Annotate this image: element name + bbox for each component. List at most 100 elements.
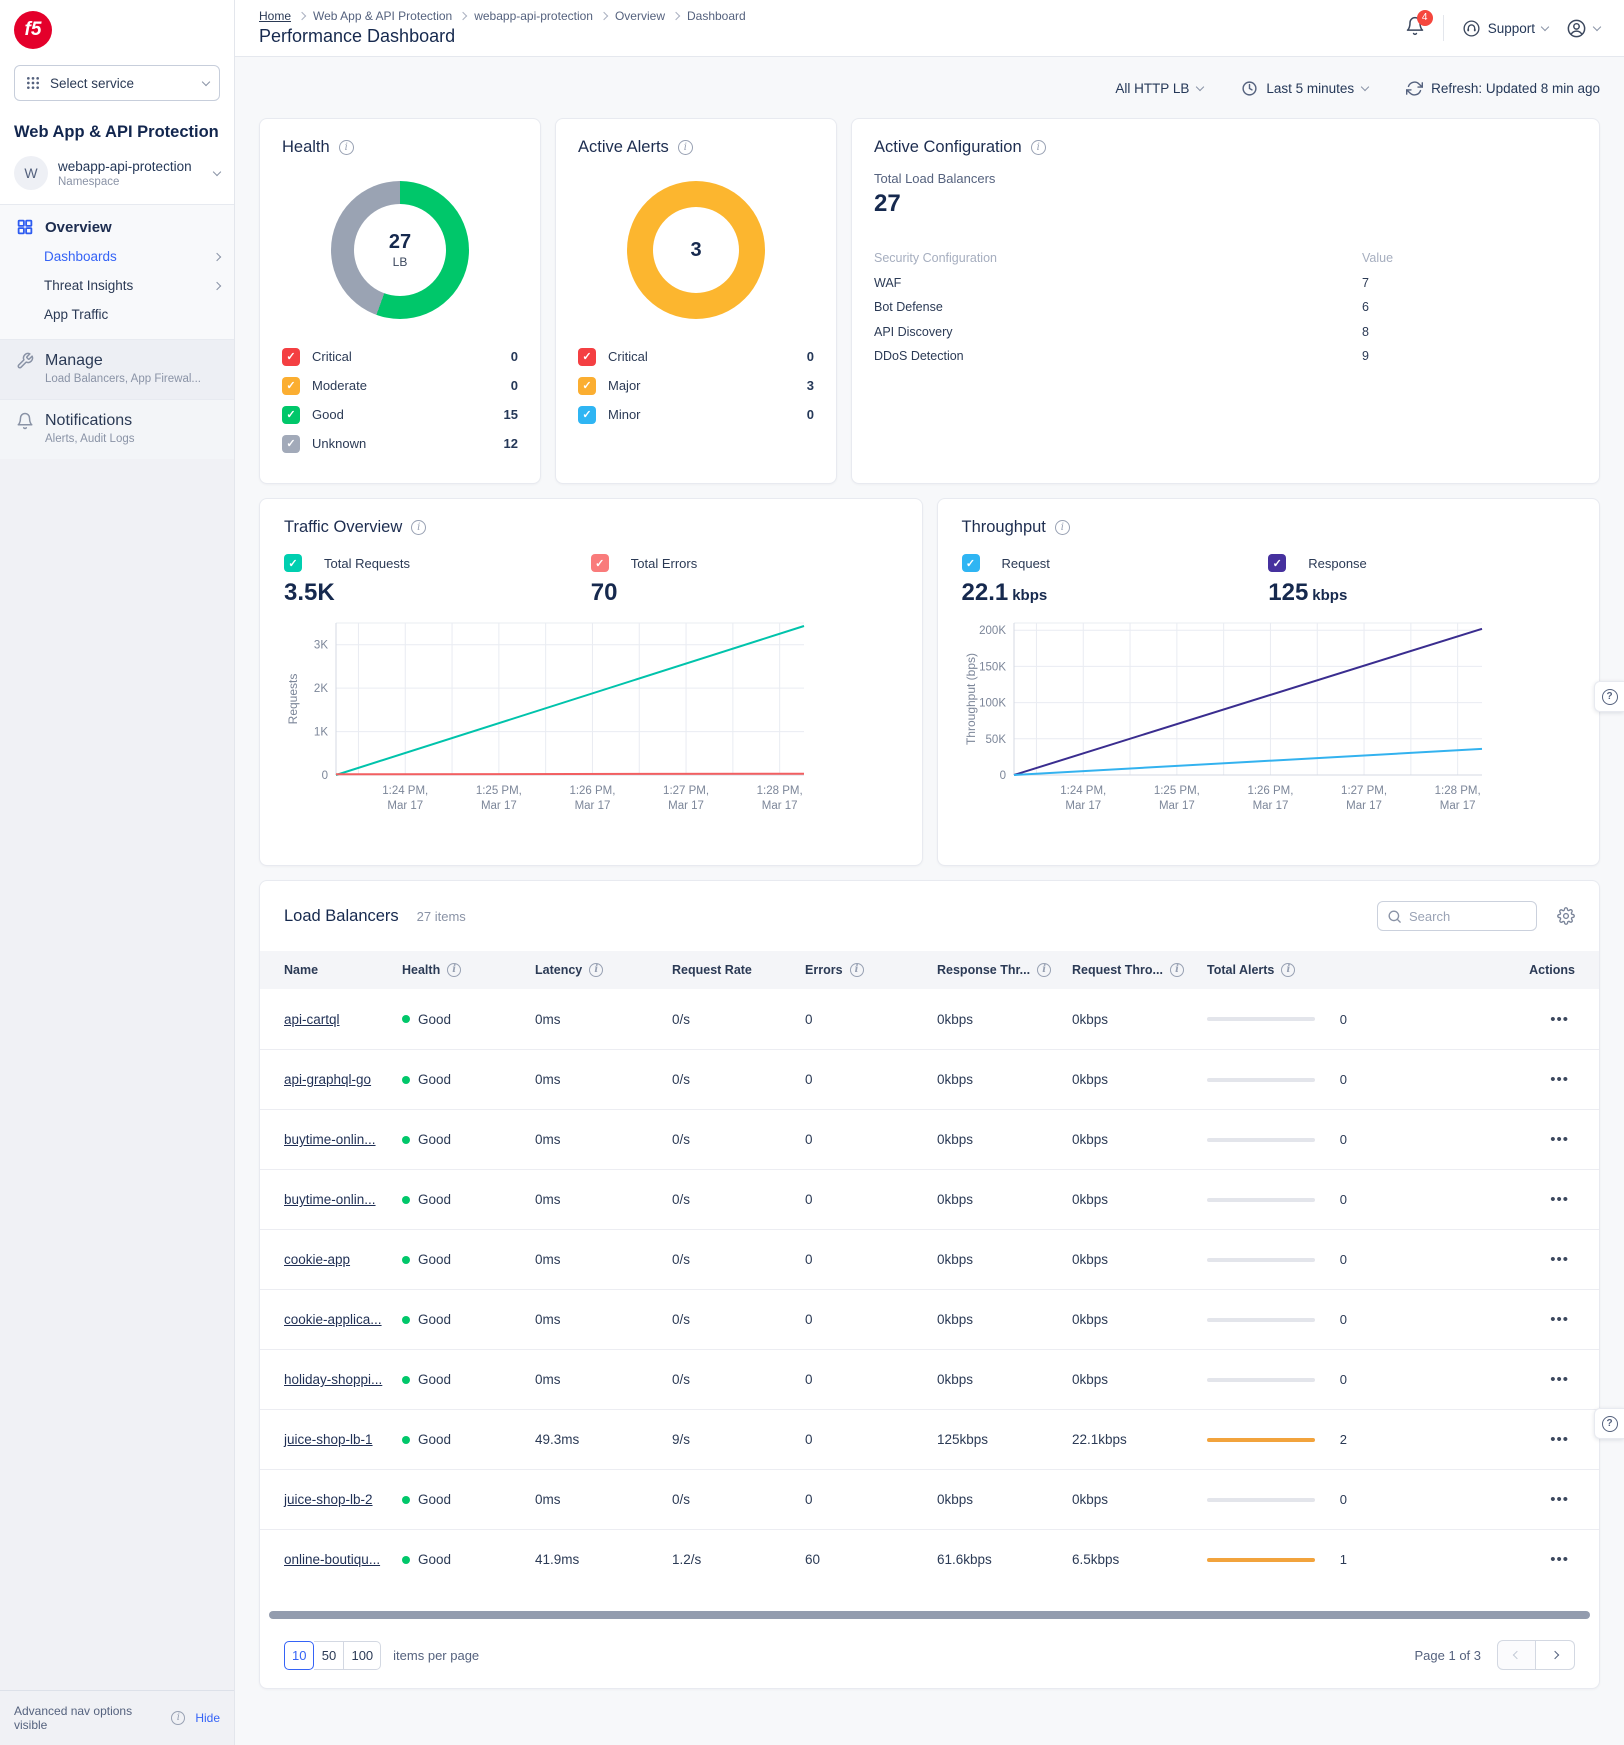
row-actions-button[interactable] [1550,1251,1575,1268]
sidebar-item-threat-insights[interactable]: Threat Insights [0,271,234,300]
info-icon[interactable] [339,140,354,155]
refresh-button[interactable]: Refresh: Updated 8 min ago [1406,80,1600,97]
lb-name-link[interactable]: cookie-app [284,1252,350,1267]
info-icon[interactable] [589,963,603,977]
total-alerts-cell: 0 [1207,1072,1361,1087]
time-range-dropdown[interactable]: Last 5 minutes [1241,80,1368,97]
breadcrumb-item[interactable]: Home [259,9,291,23]
breadcrumb-item[interactable]: webapp-api-protection [474,9,593,23]
series-checkbox[interactable] [591,554,609,572]
lb-name-link[interactable]: cookie-applica... [284,1312,382,1327]
column-header[interactable]: Errors [805,963,937,977]
horizontal-scrollbar[interactable] [269,1611,1590,1619]
info-icon[interactable] [1031,140,1046,155]
sidebar-item-dashboards[interactable]: Dashboards [0,242,234,271]
svg-text:Mar 17: Mar 17 [668,800,704,812]
total-alerts-cell: 0 [1207,1492,1361,1507]
column-header[interactable]: Response Thr... [937,963,1072,977]
column-header[interactable]: Total Alerts [1207,963,1361,977]
info-icon[interactable] [1281,963,1295,977]
svg-text:Mar 17: Mar 17 [1252,800,1288,812]
info-icon[interactable] [411,520,426,535]
column-header[interactable]: Latency [535,963,672,977]
row-actions-button[interactable] [1550,1191,1575,1208]
account-menu[interactable] [1566,18,1600,39]
lb-name-link[interactable]: buytime-onlin... [284,1192,376,1207]
health-status-label: Good [418,1312,451,1327]
column-header[interactable]: Actions [1361,963,1575,977]
dashboard-filters: All HTTP LB Last 5 minutes Refresh: Upd [259,80,1600,97]
sidebar-notifications-label: Notifications [45,412,132,430]
errors-cell: 0 [805,1372,937,1387]
row-actions-button[interactable] [1550,1491,1575,1508]
breadcrumb-item[interactable]: Dashboard [687,9,746,23]
lb-name-link[interactable]: buytime-onlin... [284,1132,376,1147]
row-actions-button[interactable] [1550,1131,1575,1148]
series-checkbox[interactable] [578,348,596,366]
series-checkbox[interactable] [282,377,300,395]
latency-cell: 0ms [535,1312,672,1327]
breadcrumb-separator-icon [459,12,467,20]
info-icon[interactable] [1170,963,1184,977]
lb-name-link[interactable]: api-cartql [284,1012,340,1027]
support-menu[interactable]: Support [1462,19,1548,38]
health-status-dot [402,1136,410,1144]
errors-cell: 0 [805,1132,937,1147]
series-checkbox[interactable] [578,377,596,395]
series-checkbox[interactable] [282,435,300,453]
row-actions-button[interactable] [1550,1431,1575,1448]
namespace-selector[interactable]: W webapp-api-protection Namespace [14,156,220,190]
prev-page-button[interactable] [1497,1640,1536,1670]
alerts-count: 0 [1329,1312,1347,1327]
column-header[interactable]: Name [284,963,402,977]
select-service-dropdown[interactable]: Select service [14,65,220,101]
info-icon[interactable] [447,963,461,977]
gear-icon[interactable] [1557,907,1575,925]
info-icon[interactable] [1037,963,1051,977]
row-actions-button[interactable] [1550,1371,1575,1388]
lb-name-link[interactable]: online-boutiqu... [284,1552,380,1567]
column-header[interactable]: Request Thro... [1072,963,1207,977]
page-size-button[interactable]: 50 [314,1641,344,1670]
series-checkbox[interactable] [962,554,980,572]
svg-text:1:26 PM,: 1:26 PM, [1247,785,1293,797]
series-checkbox[interactable] [282,406,300,424]
series-checkbox[interactable] [284,554,302,572]
next-page-button[interactable] [1536,1640,1575,1670]
series-checkbox[interactable] [578,406,596,424]
lb-name-link[interactable]: juice-shop-lb-1 [284,1432,373,1447]
lb-name-link[interactable]: api-graphql-go [284,1072,371,1087]
row-actions-button[interactable] [1550,1011,1575,1028]
page-size-button[interactable]: 10 [284,1641,314,1670]
search-input[interactable] [1409,909,1527,924]
hide-link[interactable]: Hide [195,1711,220,1725]
info-icon[interactable] [850,963,864,977]
chevron-right-icon [213,252,221,260]
info-icon[interactable] [678,140,693,155]
info-icon[interactable] [171,1711,185,1725]
series-checkbox[interactable] [1268,554,1286,572]
row-actions-button[interactable] [1550,1311,1575,1328]
help-button[interactable] [1594,681,1624,712]
svg-text:100K: 100K [979,698,1006,710]
column-header[interactable]: Health [402,963,535,977]
sidebar-item-manage[interactable]: Manage Load Balancers, App Firewal... [0,339,234,399]
help-button[interactable] [1594,1408,1624,1439]
series-checkbox[interactable] [282,348,300,366]
column-header[interactable]: Request Rate [672,963,805,977]
breadcrumb-item[interactable]: Overview [615,9,665,23]
row-actions-button[interactable] [1550,1071,1575,1088]
lb-selector-dropdown[interactable]: All HTTP LB [1115,81,1203,96]
row-actions-button[interactable] [1550,1551,1575,1568]
info-icon[interactable] [1055,520,1070,535]
lb-name-link[interactable]: juice-shop-lb-2 [284,1492,373,1507]
lb-name-link[interactable]: holiday-shoppi... [284,1372,382,1387]
alerts-donut-chart: 3 [627,181,765,319]
page-size-button[interactable]: 100 [344,1641,381,1670]
notifications-bell-button[interactable]: 4 [1405,16,1425,41]
sidebar-item-notifications[interactable]: Notifications Alerts, Audit Logs [0,399,234,459]
sidebar-item-app-traffic[interactable]: App Traffic [0,300,234,329]
breadcrumb-item[interactable]: Web App & API Protection [313,9,452,23]
sidebar-item-overview[interactable]: Overview [0,218,234,236]
active-alerts-card: Active Alerts 3 Critical0Major3Minor0 [555,118,837,484]
